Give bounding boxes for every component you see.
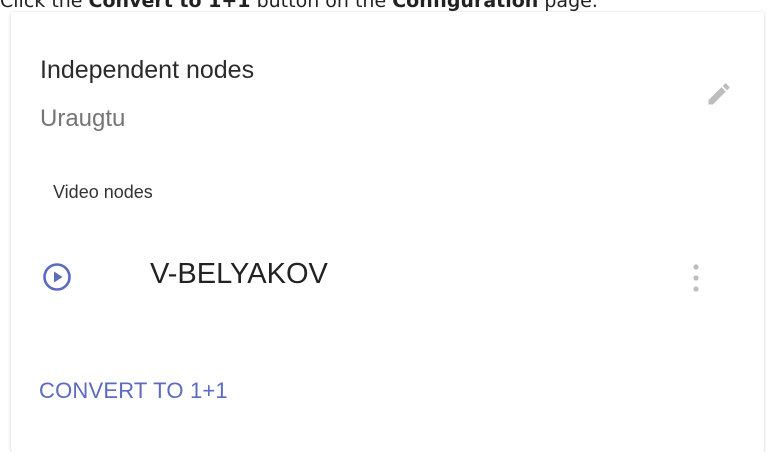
- convert-to-1plus1-button[interactable]: CONVERT TO 1+1: [37, 374, 230, 408]
- card-subtitle: Uraugtu: [40, 105, 126, 132]
- instruction-suffix: page.: [538, 0, 598, 12]
- instruction-prefix: Click the: [0, 0, 89, 12]
- card-title: Independent nodes: [40, 56, 255, 84]
- instruction-text: Click the Convert to 1+1 button on the C…: [0, 0, 598, 12]
- more-vertical-icon: [693, 264, 699, 292]
- node-name: V-BELYAKOV: [150, 258, 328, 290]
- independent-nodes-card: Independent nodes Uraugtu Video nodes V-…: [11, 12, 764, 452]
- instruction-page-name: Configuration: [392, 0, 539, 12]
- instruction-button-name: Convert to 1+1: [88, 0, 251, 12]
- instruction-middle: button on the: [250, 0, 393, 12]
- more-options-button[interactable]: [681, 256, 711, 300]
- edit-button[interactable]: [699, 74, 739, 114]
- play-circle-icon: [37, 257, 77, 297]
- pencil-icon: [708, 83, 730, 105]
- node-row[interactable]: V-BELYAKOV: [11, 248, 764, 304]
- section-label-video-nodes: Video nodes: [53, 182, 153, 202]
